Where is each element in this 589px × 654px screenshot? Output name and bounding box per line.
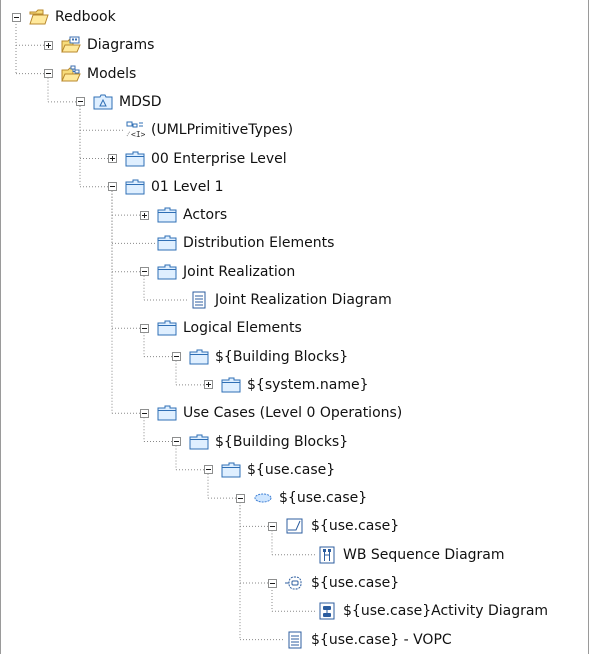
- use-case-icon: [254, 493, 272, 503]
- open-folder-icon: [29, 9, 49, 25]
- sequence-diagram-icon: [319, 546, 335, 564]
- collapse-toggle-icon[interactable]: [172, 352, 181, 362]
- tree-item-n21[interactable]: ${use.case}Activity Diagram: [300, 601, 548, 621]
- tree-item-n6[interactable]: 01 Level 1: [108, 177, 224, 197]
- tree-item-n22[interactable]: ${use.case} - VOPC: [268, 630, 452, 650]
- tree-item-n9[interactable]: Joint Realization: [140, 262, 295, 282]
- expand-toggle-icon[interactable]: [108, 154, 117, 163]
- tree-item-label: ${use.case}: [311, 575, 400, 591]
- tree-item-n5[interactable]: 00 Enterprise Level: [108, 149, 287, 169]
- package-icon: [221, 462, 241, 478]
- package-icon: [157, 207, 177, 223]
- tree-item-n3[interactable]: MDSD: [76, 92, 162, 112]
- tree-item-n19[interactable]: WB Sequence Diagram: [300, 545, 505, 565]
- tree-item-n20[interactable]: ${use.case}: [268, 573, 399, 593]
- tree-item-label: (UMLPrimitiveTypes): [151, 122, 294, 139]
- tree-item-n13[interactable]: ${system.name}: [204, 375, 369, 395]
- collapse-toggle-icon[interactable]: [140, 267, 149, 277]
- tree-item-n16[interactable]: ${use.case}: [204, 460, 335, 480]
- package-icon: [189, 434, 209, 449]
- activity-diagram-icon: [319, 602, 335, 620]
- tree-item-label: ${Building Blocks}: [215, 433, 349, 450]
- package-icon: [157, 405, 177, 421]
- tree-item-label: ${system.name}: [247, 376, 369, 393]
- package-icon: [189, 349, 209, 365]
- package-icon: [125, 151, 145, 166]
- tree-item-n15[interactable]: ${Building Blocks}: [172, 432, 348, 452]
- tree-item-label: 01 Level 1: [151, 178, 224, 195]
- tree-item-n4[interactable]: <I> (UMLPrimitiveTypes): [108, 120, 293, 140]
- tree-item-label: Distribution Elements: [183, 235, 335, 252]
- tree-item-n2[interactable]: Models: [44, 64, 136, 84]
- expand-toggle-icon[interactable]: [140, 210, 149, 220]
- collapse-toggle-icon[interactable]: [76, 97, 85, 107]
- tree-item-label: WB Sequence Diagram: [343, 546, 505, 563]
- tree-item-n17[interactable]: ${use.case}: [236, 488, 367, 508]
- tree-item-n0[interactable]: Redbook: [12, 7, 116, 27]
- tree-item-n1[interactable]: Diagrams: [44, 35, 154, 55]
- package-icon: [221, 377, 241, 393]
- package-icon: [157, 320, 177, 336]
- collapse-toggle-icon[interactable]: [268, 521, 277, 531]
- activity-icon: [285, 576, 302, 590]
- collapse-toggle-icon[interactable]: [44, 69, 53, 79]
- tree-item-label: Actors: [183, 207, 228, 224]
- tree-item-n18[interactable]: ${use.case}: [268, 516, 399, 536]
- tree-item-n12[interactable]: ${Building Blocks}: [172, 347, 348, 367]
- tree-item-label: Diagrams: [87, 37, 155, 54]
- tree-item-label: Logical Elements: [183, 320, 302, 337]
- tree-item-label: 00 Enterprise Level: [151, 150, 287, 167]
- diagrams-folder-icon: [61, 36, 81, 53]
- tree-item-n8[interactable]: Distribution Elements: [140, 233, 334, 253]
- tree-item-label: ${use.case}: [247, 461, 336, 478]
- collapse-toggle-icon[interactable]: [108, 182, 117, 192]
- model-explorer-tree: Redbook Diagrams Models MDSD <I> (UMLPrimitiv…: [0, 0, 589, 654]
- collapse-toggle-icon[interactable]: [172, 437, 181, 446]
- tree-item-n14[interactable]: Use Cases (Level 0 Operations): [140, 403, 402, 423]
- collapse-toggle-icon[interactable]: [140, 323, 149, 333]
- collapse-toggle-icon[interactable]: [204, 465, 213, 475]
- diagram-icon: [288, 631, 302, 649]
- collapse-toggle-icon[interactable]: [236, 493, 245, 503]
- library-import-icon: <I>: [126, 121, 145, 139]
- tree-item-label: ${use.case} - VOPC: [311, 631, 452, 648]
- expand-toggle-icon[interactable]: [204, 380, 213, 390]
- tree-item-label: Joint Realization: [183, 263, 296, 280]
- interaction-icon: [286, 518, 303, 534]
- package-icon: [157, 235, 177, 251]
- models-folder-icon: [61, 65, 81, 82]
- tree-item-n10[interactable]: Joint Realization Diagram: [172, 290, 392, 310]
- tree-item-n11[interactable]: Logical Elements: [140, 318, 302, 338]
- tree-item-label: Models: [87, 65, 137, 82]
- tree-item-label: Joint Realization Diagram: [215, 292, 392, 308]
- tree-item-label: ${use.case}: [279, 490, 368, 507]
- package-icon: [125, 179, 145, 195]
- tree-item-label: ${Building Blocks}: [215, 348, 349, 365]
- package-icon: [157, 264, 177, 280]
- collapse-toggle-icon[interactable]: [268, 578, 277, 588]
- tree-item-label: Use Cases (Level 0 Operations): [183, 405, 403, 422]
- expand-toggle-icon[interactable]: [44, 40, 53, 50]
- tree-item-label: ${use.case}Activity Diagram: [343, 603, 549, 620]
- tree-item-label: Redbook: [55, 9, 116, 25]
- tree-item-label: ${use.case}: [311, 518, 400, 535]
- model-icon: [93, 94, 113, 110]
- tree-item-n7[interactable]: Actors: [140, 205, 227, 225]
- svg-text:<I>: <I>: [131, 130, 145, 139]
- tree-item-label: MDSD: [119, 93, 162, 110]
- collapse-toggle-icon[interactable]: [140, 408, 149, 418]
- collapse-toggle-icon[interactable]: [12, 12, 21, 22]
- diagram-icon: [192, 291, 206, 309]
